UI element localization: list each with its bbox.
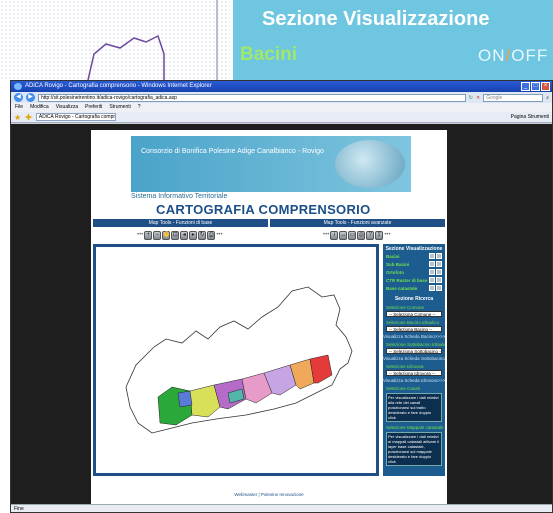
map-tools-base-label: Map Tools - Funzioni di base [93,219,268,227]
refresh-map-icon[interactable]: ↻ [198,230,207,240]
map-viewer[interactable] [93,244,379,476]
side-panel: Sezione Visualizzazione Bacini Sub Bacin… [383,244,445,476]
page-title: CARTOGRAFIA COMPRENSORIO [156,202,371,217]
browser-content: Consorzio di Bonifica Polesine Adige Can… [11,124,552,504]
menu-bar: File Modifica Visualizza Preferiti Strum… [11,103,552,112]
url-input[interactable]: http://sit.polesinetrentino.it/adica-rov… [38,93,466,102]
identify-icon[interactable]: i [330,230,339,240]
close-button[interactable]: × [541,82,550,91]
layer-toggle[interactable] [429,269,442,275]
zoom-in-icon[interactable]: + [144,230,153,240]
minimize-button[interactable]: _ [521,82,530,91]
map-tools-adv-label: Map Tools - Funzioni avanzate [270,219,445,227]
menu-preferiti[interactable]: Preferiti [85,103,102,112]
background-divider [216,0,218,80]
ie-icon [14,83,22,90]
catasto-note: Per visualizzare i dati relativi ai mapp… [386,432,442,466]
sistema-label: Sistema Informativo Territoriale [131,193,228,200]
pan-icon[interactable]: ✋ [162,230,171,240]
canali-note: Per visualizzare i dati relativi alla re… [386,393,442,422]
sel-comune-label: Selezione Comune [386,305,425,310]
sel-bacino-label: Selezione Bacino Idraulico [386,320,440,325]
vis-idrovora-link[interactable]: Visualizza Scheda Idrovora>>>> [383,378,445,383]
add-favorite-icon[interactable]: ✚ [25,113,32,122]
select-icon[interactable]: ▭ [348,230,357,240]
maximize-button[interactable]: □ [531,82,540,91]
toggle-off: OFF [511,46,549,65]
toolbar-right[interactable]: Pagina Strumenti [511,114,549,120]
bacino-select[interactable]: -- Seleziona Bacino -- [386,326,442,332]
menu-help[interactable]: ? [138,103,141,112]
print-icon[interactable]: ⎙ [207,230,216,240]
map-canvas[interactable] [96,247,376,473]
layer-toggle[interactable] [429,277,442,283]
window-title: ADiCA Rovigo - Cartografia comprensorio … [25,83,212,89]
window-titlebar: ADiCA Rovigo - Cartografia comprensorio … [11,81,552,92]
sel-idrovora-label: Selezione Idrovora [386,364,424,369]
favorites-bar: ★ ✚ ADiCA Rovigo - Cartografia comprenso… [11,112,552,123]
menu-strumenti[interactable]: Strumenti [109,103,130,112]
sel-sub-label: Selezione Sottobacino Idraulico [386,342,445,347]
layer-toggle[interactable] [429,261,442,267]
sel-canali-label: Selezione Canali [386,386,420,391]
toggle-on: ON [478,46,506,65]
layer-toggle[interactable] [429,253,442,259]
export-icon[interactable]: ⇪ [375,230,384,240]
layer-ortofoto[interactable]: Ortofoto [383,268,445,276]
address-bar: ◀ ▶ http://sit.polesinetrentino.it/adica… [11,92,552,103]
favorites-star-icon[interactable]: ★ [14,113,21,122]
search-input[interactable]: Google [483,93,544,102]
screenshot-stage: Sezione Visualizzazione Bacini ON/OFF AD… [0,0,553,513]
stop-icon[interactable]: ✕ [476,95,480,101]
map-tools-headers: Map Tools - Funzioni di base Map Tools -… [93,219,445,227]
layer-ctr[interactable]: CTR Raster di base [383,276,445,284]
next-extent-icon[interactable]: ▸ [189,230,198,240]
menu-modifica[interactable]: Modifica [30,103,49,112]
background-map-outline [87,34,165,80]
sel-catasto-label: Selezione Mappale catastale [386,425,444,430]
comune-select[interactable]: -- Seleziona Comune -- [386,311,442,317]
refresh-icon[interactable]: ↻ [469,95,473,101]
previous-extent-icon[interactable]: ◂ [180,230,189,240]
advanced-tools: ••• i ↔ ▭ ◎ ? ⇪ ••• [323,230,391,240]
browser-tab[interactable]: ADiCA Rovigo - Cartografia comprensorio [35,113,116,121]
forward-icon[interactable]: ▶ [26,93,35,102]
slide-title: Sezione Visualizzazione [262,8,490,30]
measure-icon[interactable]: ↔ [339,230,348,240]
back-icon[interactable]: ◀ [14,93,23,102]
window-controls: _ □ × [521,82,550,91]
full-extent-icon[interactable]: ⊡ [171,230,180,240]
basin-blue [177,390,193,408]
basin-red [309,354,333,384]
status-bar: Fine [11,504,552,512]
buffer-icon[interactable]: ◎ [357,230,366,240]
layer-sub-bacini[interactable]: Sub Bacini [383,260,445,268]
site-header-banner: Consorzio di Bonifica Polesine Adige Can… [131,136,411,192]
menu-file[interactable]: File [15,103,23,112]
idrovora-select[interactable]: -- Seleziona Idrovora -- [386,370,442,376]
consorzio-name: Consorzio di Bonifica Polesine Adige Can… [141,148,324,155]
search-title: Sezione Ricerca [394,296,434,302]
site-footer[interactable]: Webmaster | Polesine Innovazione [91,492,447,500]
base-tools: ••• + − ✋ ⊡ ◂ ▸ ↻ ⎙ ••• [137,230,223,240]
layer-toggle[interactable] [429,285,442,291]
slide-layer-label: Bacini [240,44,298,65]
layer-bacini[interactable]: Bacini [383,252,445,260]
vis-bacino-link[interactable]: Visualizza Scheda Bacino>>>> [383,334,445,339]
search-icon[interactable]: ⌕ [546,95,549,101]
vis-title: Sezione Visualizzazione [385,246,443,252]
layer-catastale[interactable]: Base catastale [383,284,445,292]
vis-sub-link[interactable]: Visualizza Scheda Sottobacino>>>> [383,356,445,361]
menu-visualizza[interactable]: Visualizza [56,103,78,112]
browser-window: ADiCA Rovigo - Cartografia comprensorio … [10,80,553,513]
site-page: Consorzio di Bonifica Polesine Adige Can… [91,130,447,504]
sottobacino-select[interactable]: -- Seleziona Sottobacino -- [386,348,442,354]
query-icon[interactable]: ? [366,230,375,240]
zoom-out-icon[interactable]: − [153,230,162,240]
slide-toggle: ON/OFF [478,46,549,65]
header-logo-image [335,140,405,188]
